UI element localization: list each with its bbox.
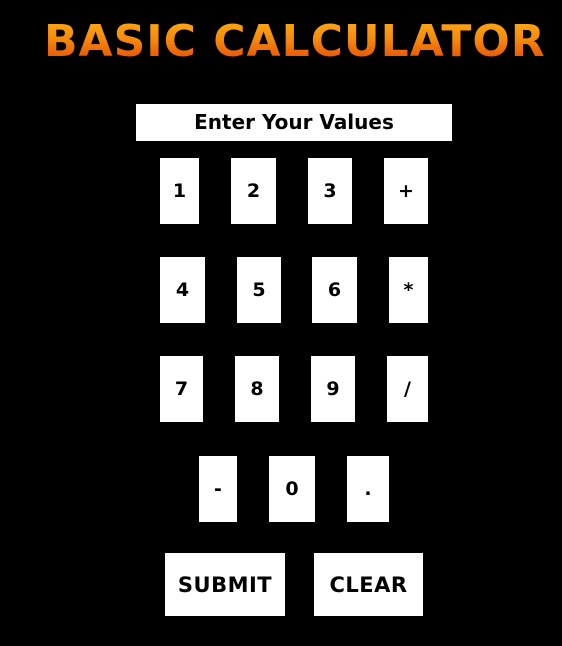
key-6-button[interactable]: 6 (312, 257, 357, 323)
key-2-button[interactable]: 2 (231, 158, 276, 224)
decimal-button[interactable]: . (347, 456, 389, 522)
display-input[interactable]: Enter Your Values (136, 104, 452, 141)
key-5-button[interactable]: 5 (237, 257, 281, 323)
divide-button[interactable]: / (387, 356, 428, 422)
key-1-button[interactable]: 1 (160, 158, 199, 224)
calculator-title: BASIC CALCULATOR (44, 14, 554, 70)
key-8-button[interactable]: 8 (235, 356, 279, 422)
clear-button[interactable]: CLEAR (314, 553, 423, 616)
multiply-button[interactable]: * (389, 257, 428, 323)
submit-button[interactable]: SUBMIT (165, 553, 285, 616)
key-3-button[interactable]: 3 (308, 158, 352, 224)
key-7-button[interactable]: 7 (160, 356, 203, 422)
key-4-button[interactable]: 4 (160, 257, 205, 323)
plus-button[interactable]: + (384, 158, 428, 224)
minus-button[interactable]: - (199, 456, 237, 522)
key-0-button[interactable]: 0 (269, 456, 315, 522)
key-9-button[interactable]: 9 (311, 356, 355, 422)
